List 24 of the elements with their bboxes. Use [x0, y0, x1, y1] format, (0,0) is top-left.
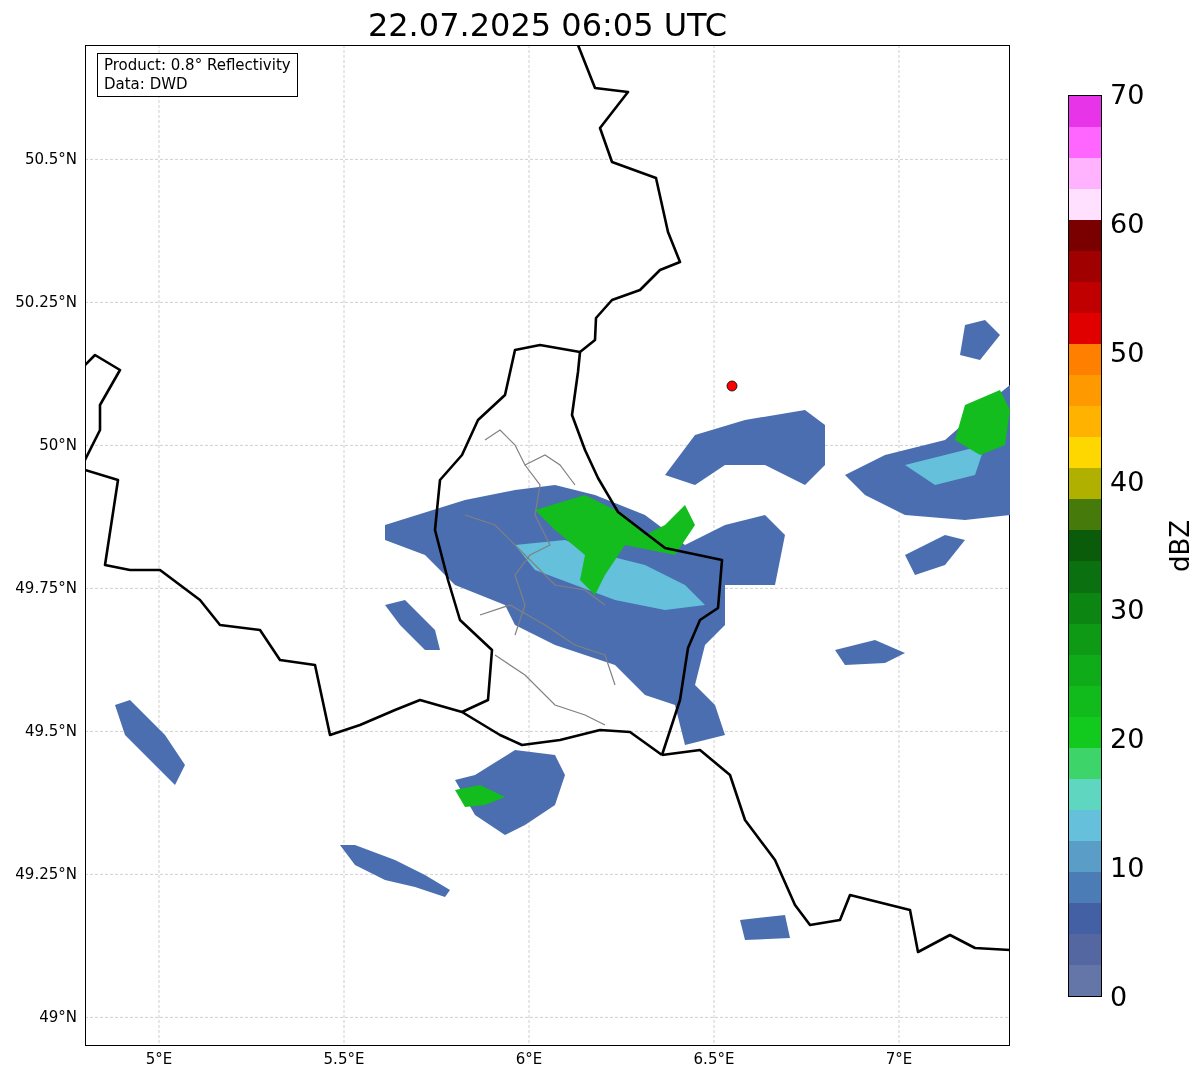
- axis-tick-label: 49.75°N: [15, 579, 77, 598]
- axis-tick-label: 5.5°E: [323, 1050, 365, 1068]
- colorbar-tick-label: 0: [1110, 982, 1128, 1012]
- colorbar-tick-label: 40: [1110, 466, 1145, 497]
- axis-tick-label: 49.5°N: [24, 722, 77, 741]
- axis-tick-label: 50.5°N: [24, 150, 77, 169]
- axis-tick-label: 6.5°E: [693, 1050, 735, 1068]
- colorbar-tick-label: 20: [1110, 724, 1145, 755]
- axis-tick-label: 49°N: [39, 1008, 77, 1027]
- info-text: Data: DWD: [104, 75, 189, 94]
- axis-tick-label: 49.25°N: [15, 865, 77, 884]
- colorbar-tick-label: 10: [1110, 853, 1145, 884]
- axis-tick-label: 7°E: [885, 1050, 913, 1068]
- colorbar-tick-label: 50: [1110, 337, 1145, 368]
- colorbar-tick-label: 60: [1110, 208, 1145, 239]
- chart-title: 22.07.2025 06:05 UTC: [367, 5, 728, 45]
- axis-tick-label: 50°N: [39, 436, 77, 455]
- colorbar-tick-label: 30: [1110, 595, 1145, 626]
- axis-tick-label: 5°E: [145, 1050, 173, 1068]
- axis-tick-label: 50.25°N: [15, 293, 77, 312]
- colorbar-tick-label: 70: [1110, 80, 1145, 110]
- info-text: Product: 0.8° Reflectivity: [104, 56, 291, 75]
- axis-tick-label: 6°E: [515, 1050, 543, 1068]
- colorbar-label: dBZ: [1165, 519, 1195, 573]
